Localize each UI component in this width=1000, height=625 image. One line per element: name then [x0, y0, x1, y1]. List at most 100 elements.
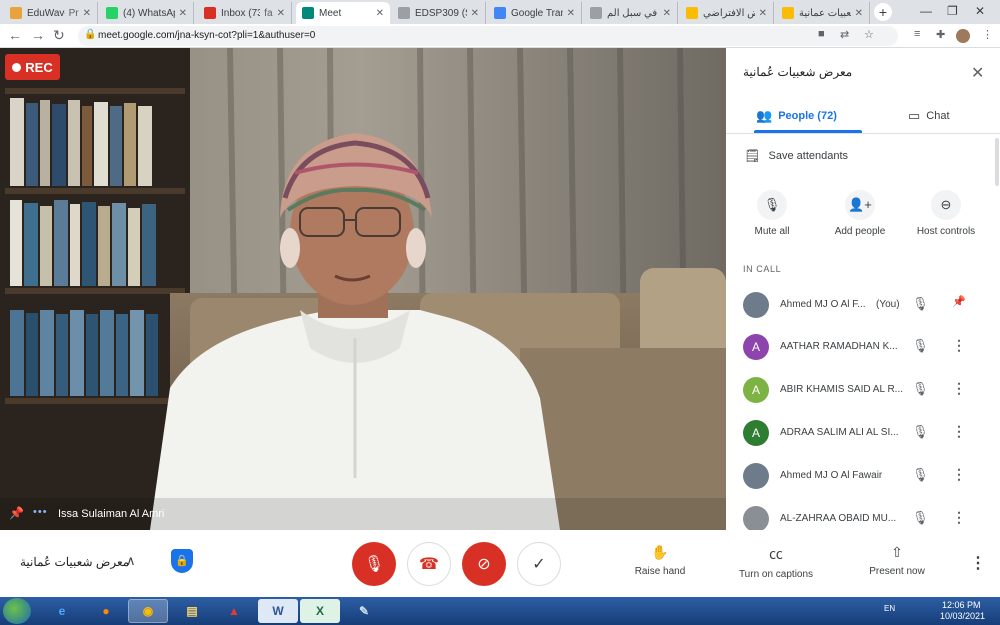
star-icon[interactable]: ☆ [864, 28, 874, 41]
browser-tab[interactable]: (4) WhatsApp ✕ [100, 2, 194, 24]
recording-label: REC [25, 59, 53, 75]
more-options-icon[interactable]: ⋮ [952, 509, 966, 526]
browser-tab[interactable]: المعرض الافتراضي ✕ [680, 2, 774, 24]
more-options-icon[interactable]: ⋮ [952, 466, 966, 483]
acrobat-icon[interactable]: ▲ [214, 599, 254, 623]
video-tile: REC 📌 ••• Issa Sulaiman Al Amri [0, 48, 726, 530]
save-attendants-label: Save attendants [768, 150, 849, 162]
participant-name: ADRAA SALIM ALI AL SI... [780, 427, 899, 438]
chevron-up-icon[interactable]: ∧ [126, 553, 136, 569]
tab-close-icon[interactable]: ✕ [759, 8, 767, 19]
save-attendants-button[interactable]: 🗒 Save attendants [744, 148, 848, 164]
leave-call-button[interactable]: ☎ [407, 542, 451, 586]
excel-icon[interactable]: X [300, 599, 340, 623]
host-controls-button[interactable]: ⊖ Host controls [906, 190, 986, 237]
maximize-icon[interactable]: ❐ [947, 4, 958, 18]
tab-close-icon[interactable]: ✕ [471, 8, 479, 19]
raise-hand-label: Raise hand [634, 566, 686, 577]
pin-icon[interactable]: 📌 [9, 506, 24, 520]
tab-close-icon[interactable]: ✕ [663, 8, 671, 19]
browser-menu-icon[interactable]: ⋮ [982, 28, 993, 41]
avatar: A [743, 377, 769, 403]
more-options-icon[interactable]: ⋮ [970, 553, 986, 573]
tab-people[interactable]: 👥 People (72) [756, 108, 837, 124]
mic-off-icon[interactable]: 🎙 [912, 424, 929, 440]
internet-explorer-icon[interactable]: e [42, 599, 82, 623]
meeting-name: معرض شعبيات عُمانية [20, 555, 130, 569]
windows-taskbar: e ● ◉ ▤ ▲ W X ✎ EN 12:06 PM 10/03/2021 [0, 597, 1000, 625]
tab-favicon-icon [204, 7, 216, 19]
browser-tab[interactable]: ابحث في سبل الم ✕ [584, 2, 678, 24]
language-indicator[interactable]: EN [884, 604, 895, 613]
checkmark-button[interactable]: ✓ [517, 542, 561, 586]
mute-all-button[interactable]: 🎙 Mute all [732, 190, 812, 237]
more-options-icon[interactable]: ⋮ [952, 380, 966, 397]
mic-off-icon[interactable]: 🎙 [912, 510, 929, 526]
browser-tab[interactable]: Google Transl ✕ [488, 2, 582, 24]
start-button[interactable] [3, 598, 31, 624]
tab-close-icon[interactable]: ✕ [855, 8, 863, 19]
new-tab-button[interactable]: + [874, 3, 892, 21]
browser-tab-strip: EduWavePr✕(4) WhatsApp✕Inbox (73)fa✕Meet… [0, 0, 1000, 24]
forward-icon[interactable]: → [31, 27, 45, 43]
browser-tab[interactable]: EDSP309 (Spr ✕ [392, 2, 486, 24]
browser-tab[interactable]: شعبيات عمانية ✕ [776, 2, 870, 24]
tab-close-icon[interactable]: ✕ [567, 8, 575, 19]
participant-row[interactable]: Ahmed MJ O Al F... (You) 🎙 📌 [726, 286, 1000, 328]
more-options-icon[interactable]: ⋮ [952, 337, 966, 354]
back-icon[interactable]: ← [8, 27, 22, 43]
tab-title: EDSP309 (Spr [415, 7, 467, 19]
pin-icon[interactable]: 📌 [952, 295, 966, 308]
mic-off-icon[interactable]: 🎙 [912, 338, 929, 354]
hand-icon: ✋ [651, 544, 669, 560]
close-panel-icon[interactable]: ✕ [971, 63, 984, 83]
meeting-controls-bar: معرض شعبيات عُمانية ∧ 🔒 🎙 ☎ ⊘ ✓ ✋ Raise … [0, 530, 1000, 597]
tab-favicon-icon [494, 7, 506, 19]
reading-list-icon[interactable]: ≡ [914, 28, 920, 40]
tab-close-icon[interactable]: ✕ [376, 8, 384, 19]
more-options-icon[interactable]: ⋮ [952, 423, 966, 440]
paint-icon[interactable]: ✎ [344, 599, 384, 623]
captions-label: Turn on captions [738, 569, 814, 580]
participant-row[interactable]: A AATHAR RAMADHAN K... 🎙 ⋮ [726, 328, 1000, 370]
participant-row[interactable]: Ahmed MJ O Al Fawair 🎙 ⋮ [726, 457, 1000, 499]
translate-icon[interactable]: ⇄ [840, 28, 849, 41]
security-shield-icon[interactable]: 🔒 [171, 549, 193, 573]
word-icon[interactable]: W [258, 599, 298, 623]
browser-tab[interactable]: EduWavePr ✕ [4, 2, 98, 24]
extensions-icon[interactable]: ✚ [936, 28, 945, 41]
chrome-icon[interactable]: ◉ [128, 599, 168, 623]
tab-close-icon[interactable]: ✕ [277, 8, 285, 19]
tab-close-icon[interactable]: ✕ [83, 8, 91, 19]
avatar: A [743, 420, 769, 446]
tab-close-icon[interactable]: ✕ [179, 8, 187, 19]
browser-tab[interactable]: Meet ✕ [296, 2, 390, 24]
present-now-button[interactable]: ⇧ Present now [862, 544, 932, 577]
camera-icon[interactable]: ■ [818, 28, 825, 40]
address-bar[interactable]: 🔒 meet.google.com/jna-ksyn-cot?pli=1&aut… [78, 26, 898, 46]
file-explorer-icon[interactable]: ▤ [172, 599, 212, 623]
mic-off-icon[interactable]: 🎙 [912, 381, 929, 397]
raise-hand-button[interactable]: ✋ Raise hand [630, 544, 690, 577]
mic-off-icon[interactable]: 🎙 [912, 296, 929, 312]
firefox-icon[interactable]: ● [86, 599, 126, 623]
tab-favicon-icon [302, 7, 314, 19]
panel-scrollbar[interactable] [995, 138, 999, 186]
participant-row[interactable]: A ABIR KHAMIS SAID AL R... 🎙 ⋮ [726, 371, 1000, 413]
reload-icon[interactable]: ↻ [53, 27, 65, 44]
tab-chat[interactable]: ▭ Chat [908, 108, 950, 124]
minimize-icon[interactable]: — [920, 4, 932, 18]
profile-avatar[interactable] [956, 29, 970, 43]
avatar [743, 506, 769, 532]
mic-off-icon[interactable]: 🎙 [912, 467, 929, 483]
add-people-button[interactable]: 👤+ Add people [820, 190, 900, 237]
clock-time: 12:06 PM [942, 600, 981, 610]
browser-tab[interactable]: Inbox (73) fa ✕ [198, 2, 292, 24]
camera-toggle-button[interactable]: ⊘ [462, 542, 506, 586]
mic-toggle-button[interactable]: 🎙 [352, 542, 396, 586]
captions-button[interactable]: ㏄ Turn on captions [732, 544, 820, 580]
participant-name: AATHAR RAMADHAN K... [780, 341, 898, 352]
participant-row[interactable]: A ADRAA SALIM ALI AL SI... 🎙 ⋮ [726, 414, 1000, 456]
avatar [743, 292, 769, 318]
close-window-icon[interactable]: ✕ [975, 4, 985, 18]
